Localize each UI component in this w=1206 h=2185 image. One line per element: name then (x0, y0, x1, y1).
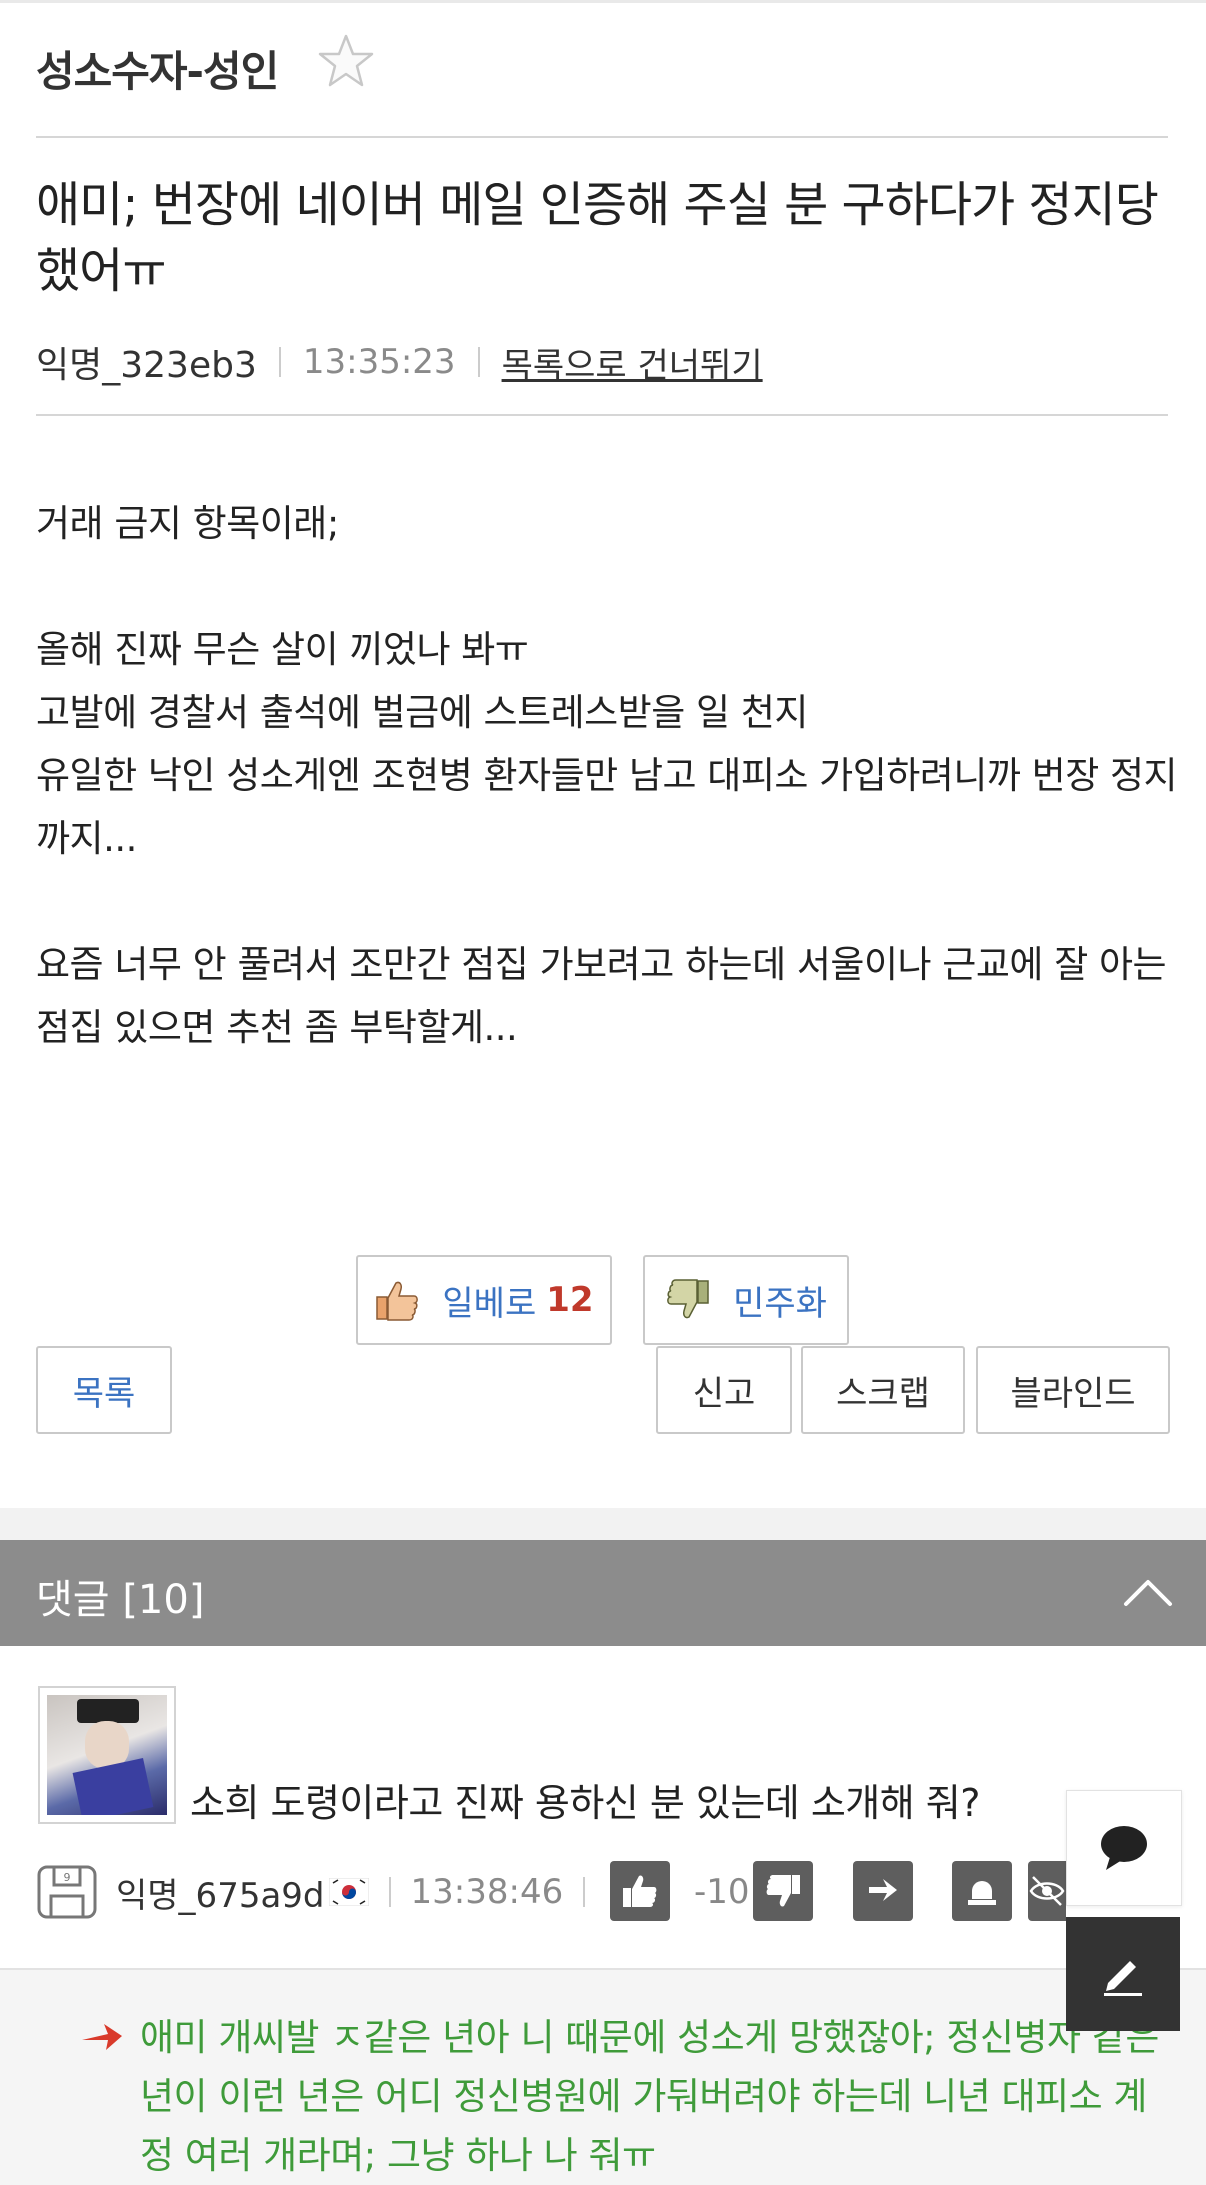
svg-text:9: 9 (64, 1871, 71, 1884)
divider (36, 136, 1168, 138)
comment-text: 소희 도령이라고 진짜 용하신 분 있는데 소개해 줘? (190, 1781, 980, 1825)
siren-icon (968, 1881, 996, 1905)
comments-count: 댓글 [10] (36, 1577, 205, 1623)
divider (36, 414, 1168, 416)
separator (278, 347, 281, 377)
comment-score: -10 (694, 1872, 750, 1912)
skip-to-list-link[interactable]: 목록으로 건너뛰기 (502, 338, 763, 387)
list-button[interactable]: 목록 (36, 1346, 172, 1434)
post-title: 애미; 번장에 네이버 메일 인증해 주실 분 구하다가 정지당했어ㅠ (36, 177, 1159, 299)
thumbs-up-icon (376, 1281, 419, 1321)
speech-bubble-icon (1101, 1826, 1147, 1870)
thumbs-up-icon (623, 1875, 657, 1907)
section-gap (0, 1508, 1206, 1540)
report-button[interactable]: 신고 (656, 1346, 792, 1434)
thumbs-down-icon (667, 1279, 709, 1319)
post-meta: 익명_323eb3 13:35:23 목록으로 건너뛰기 (36, 336, 763, 388)
reply-text: 애미 개씨발 ㅈ같은 년아 니 때문에 성소게 망했잖아; 정신병자 같은 년이… (140, 2016, 1159, 2177)
comment-fab-button[interactable] (1066, 1790, 1182, 1906)
avatar[interactable] (38, 1686, 176, 1824)
top-divider (0, 0, 1206, 3)
post-body: 거래 금지 항목이래; 올해 진짜 무슨 살이 끼었나 봐ㅠ 고발에 경찰서 출… (36, 502, 1178, 1049)
board-title[interactable]: 성소수자-성인 (36, 38, 279, 99)
comment-time: 13:38:46 (410, 1872, 564, 1912)
upvote-button[interactable]: 일베로 12 (356, 1255, 612, 1345)
eye-slash-icon (1029, 1876, 1065, 1906)
anonymous-floppy-icon: 9 (37, 1865, 97, 1919)
pencil-icon (1104, 1961, 1142, 1996)
comment-upvote-button[interactable] (610, 1861, 670, 1921)
korea-flag-icon (328, 1878, 369, 1906)
write-fab-button[interactable] (1066, 1917, 1180, 2031)
comment-downvote-button[interactable] (753, 1861, 813, 1921)
blind-button[interactable]: 블라인드 (976, 1346, 1170, 1434)
separator (477, 347, 480, 377)
star-outline-icon[interactable] (316, 32, 376, 92)
post-author[interactable]: 익명_323eb3 (36, 336, 257, 388)
upvote-count: 12 (546, 1280, 594, 1320)
scrap-button[interactable]: 스크랩 (801, 1346, 965, 1434)
chevron-up-icon[interactable] (1120, 1572, 1176, 1612)
hide-comment-button[interactable] (1028, 1861, 1066, 1921)
separator (388, 1877, 391, 1907)
downvote-label: 민주화 (733, 1283, 827, 1324)
reply-arrow-icon (82, 2024, 122, 2050)
siren-report-button[interactable] (952, 1861, 1012, 1921)
post-time: 13:35:23 (302, 342, 456, 382)
comment-meta: 9 익명_675a9d 13:38:46 (36, 1862, 605, 1922)
downvote-button[interactable]: 민주화 (643, 1255, 849, 1345)
arrow-right-icon (869, 1879, 897, 1901)
reply-button[interactable] (853, 1861, 913, 1921)
thumbs-down-icon (766, 1875, 800, 1907)
avatar-image (47, 1695, 167, 1815)
separator (583, 1877, 586, 1907)
upvote-label: 일베로 (442, 1283, 537, 1324)
comment-author[interactable]: 익명_675a9d (116, 1868, 325, 1917)
